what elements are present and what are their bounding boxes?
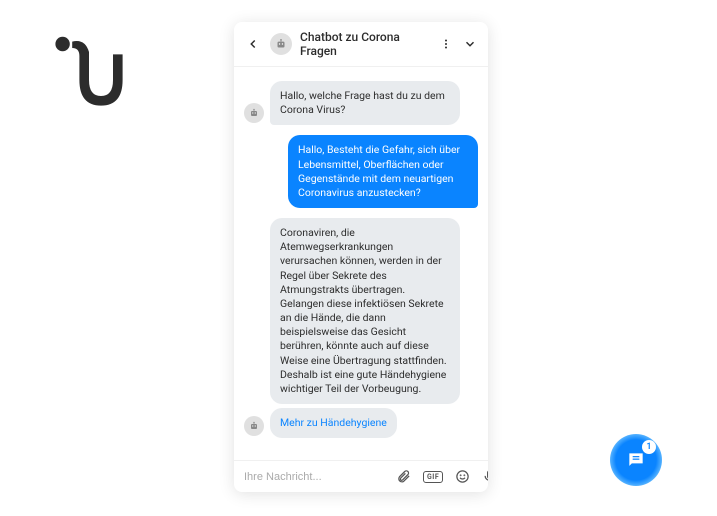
- bot-message-row: Mehr zu Händehygiene: [244, 408, 478, 438]
- emoji-icon[interactable]: [455, 469, 470, 484]
- chat-header: Chatbot zu Corona Fragen: [234, 22, 488, 67]
- attachment-icon[interactable]: [396, 469, 411, 484]
- chat-messages[interactable]: Hallo, welche Frage hast du zu dem Coron…: [234, 67, 488, 460]
- bot-link-message[interactable]: Mehr zu Händehygiene: [270, 408, 397, 438]
- chat-title: Chatbot zu Corona Fragen: [300, 30, 430, 58]
- bot-avatar-icon: [270, 33, 292, 55]
- bot-message-row: Coronaviren, die Atemwegserkrankungen ve…: [270, 218, 478, 404]
- brand-logo: [45, 32, 125, 112]
- bot-avatar-icon: [244, 103, 264, 123]
- back-button[interactable]: [244, 35, 262, 53]
- menu-button[interactable]: [438, 36, 454, 52]
- header-actions: [438, 36, 478, 52]
- bot-avatar-icon: [244, 416, 264, 436]
- chat-input-bar: GIF: [234, 460, 488, 492]
- input-actions: GIF: [396, 469, 488, 484]
- notification-badge: 1: [642, 440, 656, 454]
- gif-icon[interactable]: GIF: [423, 471, 443, 483]
- chat-launcher-button[interactable]: 1: [610, 434, 662, 486]
- collapse-button[interactable]: [462, 36, 478, 52]
- user-message: Hallo, Besteht die Gefahr, sich über Leb…: [288, 135, 478, 208]
- bot-message: Coronaviren, die Atemwegserkrankungen ve…: [270, 218, 460, 404]
- microphone-icon[interactable]: [482, 469, 488, 484]
- chat-widget: Chatbot zu Corona Fragen: [234, 22, 488, 492]
- bot-message-row: Hallo, welche Frage hast du zu dem Coron…: [244, 81, 478, 125]
- message-input[interactable]: [244, 471, 386, 483]
- bot-message: Hallo, welche Frage hast du zu dem Coron…: [270, 81, 460, 125]
- user-message-row: Hallo, Besteht die Gefahr, sich über Leb…: [244, 135, 478, 208]
